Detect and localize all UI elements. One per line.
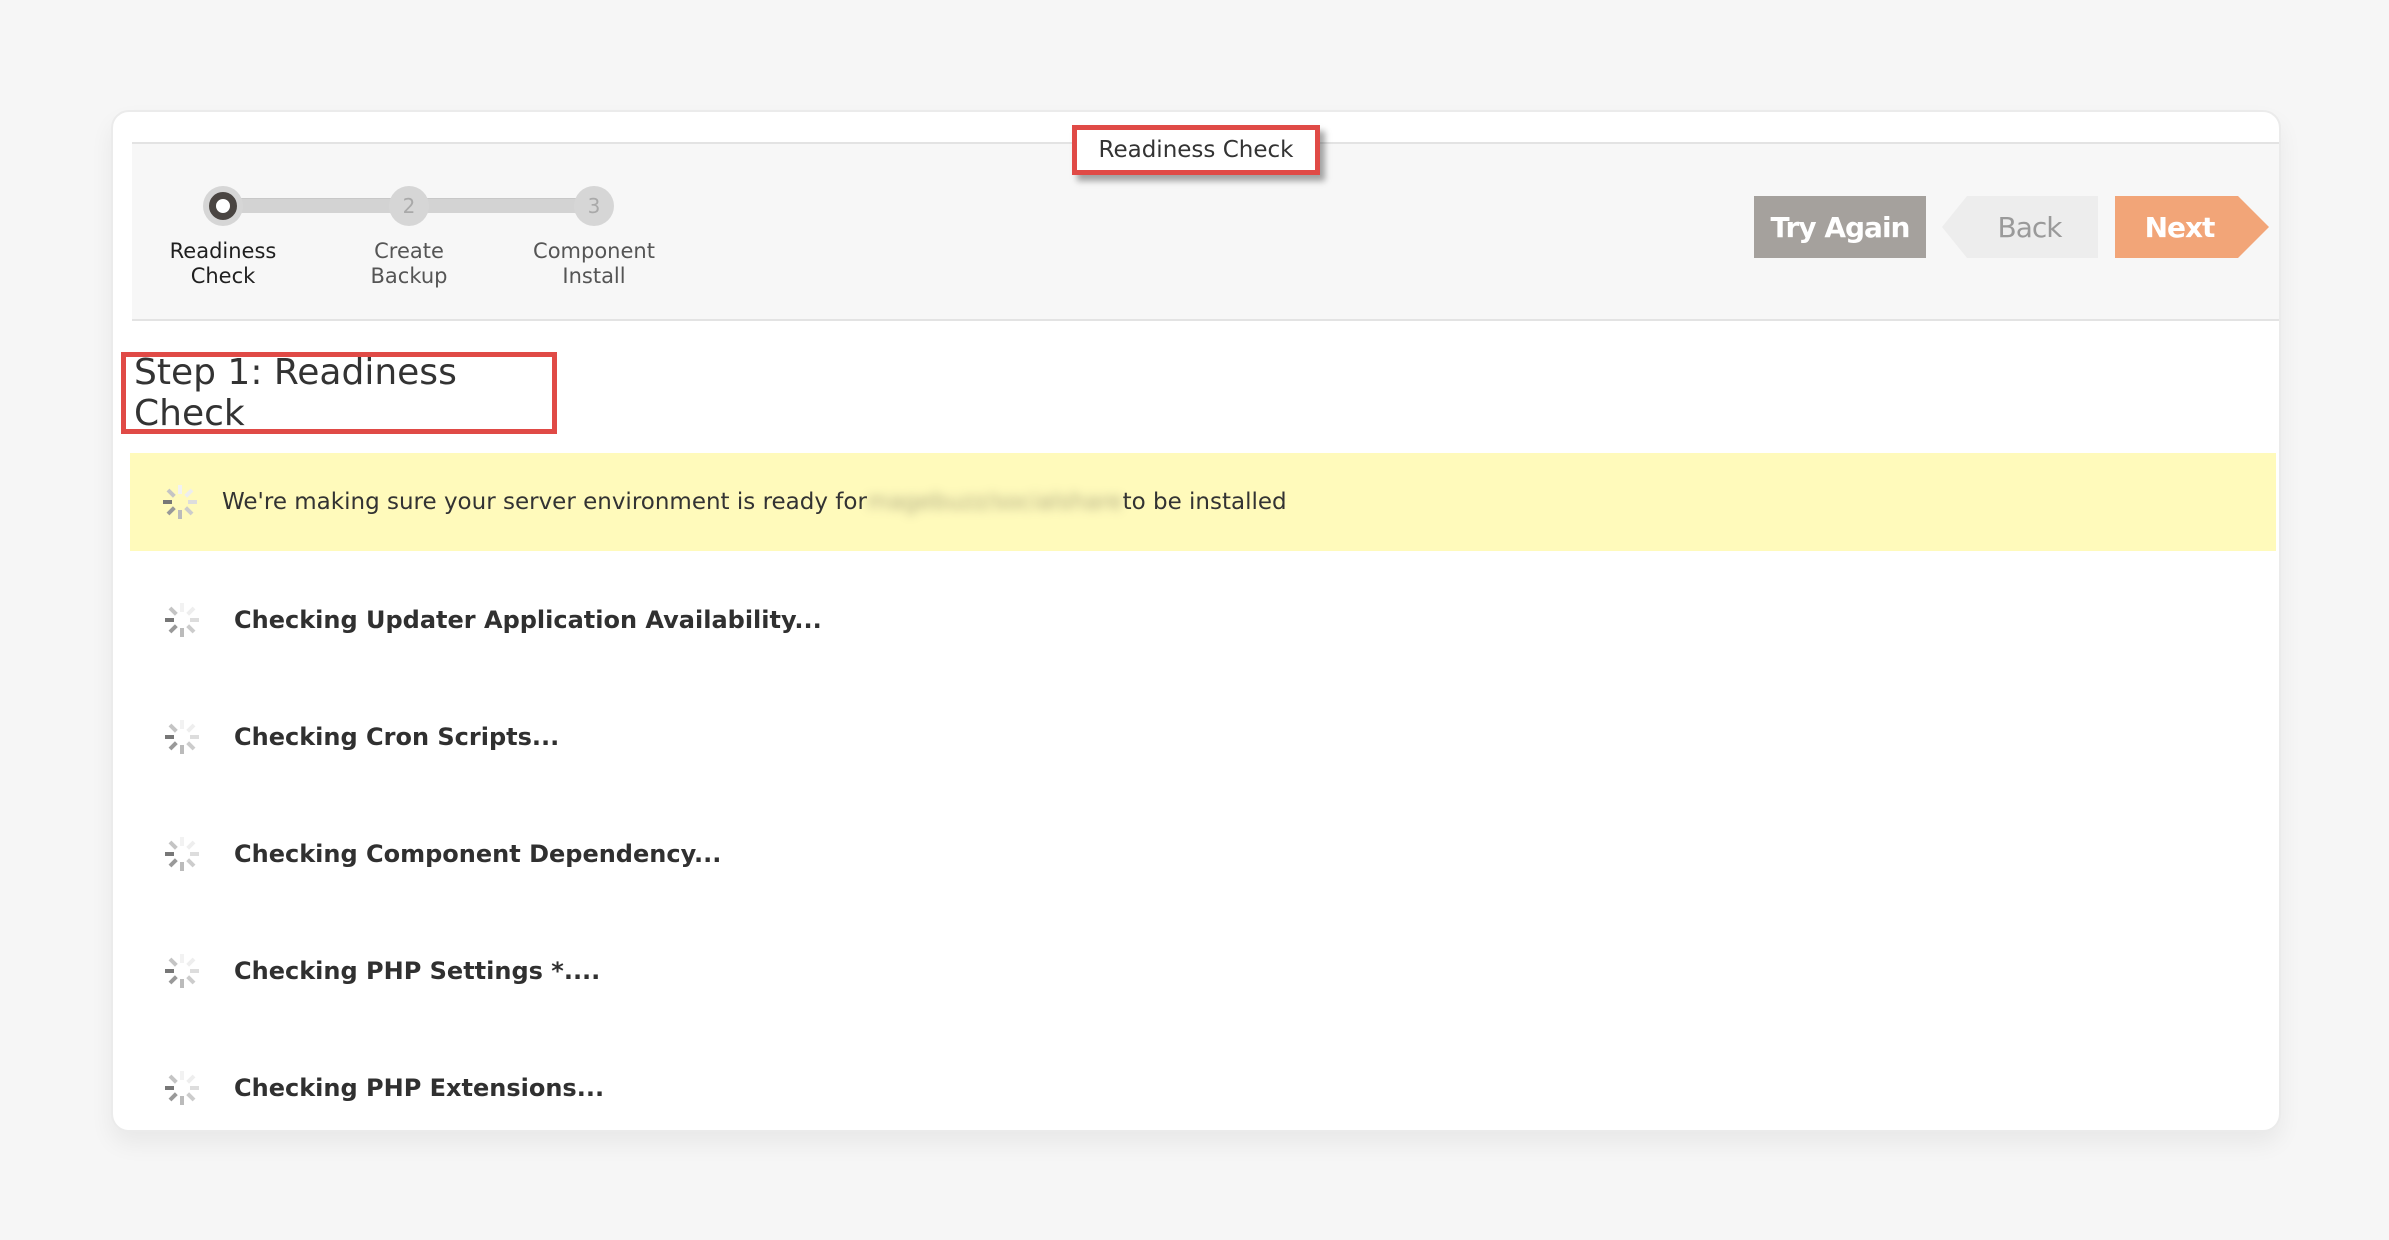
spinner-spoke [186,723,196,733]
check-item-label: Checking PHP Extensions... [234,1074,605,1102]
spinner-spoke [168,1074,178,1084]
spinner-spoke [168,624,178,634]
spinner-spoke [166,488,176,498]
check-item-label: Checking Component Dependency... [234,840,722,868]
check-item-dependency: Checking Component Dependency... [160,829,721,879]
spinner-spoke [168,840,178,850]
check-item-php-extensions: Checking PHP Extensions... [160,1063,604,1113]
spinner-spoke [186,1074,196,1084]
spinner-spoke [168,741,178,751]
check-item-label: Checking Cron Scripts... [234,723,560,751]
step-2-label: Create Backup [319,239,499,289]
page-title: Step 1: Readiness Check [121,352,557,434]
spinner-spoke [186,741,196,751]
stepper-connector [223,198,409,213]
step-label-line: Create [374,239,444,263]
loading-icon [158,480,202,524]
spinner-spoke [184,506,194,516]
status-banner: We're making sure your server environmen… [130,453,2276,551]
try-again-button[interactable]: Try Again [1754,196,1926,258]
spinner-spoke [186,1092,196,1102]
spinner-spoke [184,488,194,498]
step-3-indicator: 3 [574,186,614,226]
step-1-label: Readiness Check [133,239,313,289]
spinner-spoke [186,606,196,616]
next-button[interactable]: Next [2115,196,2269,258]
step-label-line: Component [533,239,655,263]
spinner-spoke [186,624,196,634]
loading-icon [160,832,204,876]
step-1-indicator [203,186,243,226]
banner-text-after: to be installed [1122,489,1287,515]
loading-icon [160,715,204,759]
check-item-updater: Checking Updater Application Availabilit… [160,595,822,645]
readiness-check-tooltip: Readiness Check [1072,125,1320,175]
spinner-spoke [168,858,178,868]
loading-icon [160,598,204,642]
spinner-spoke [186,957,196,967]
spinner-spoke [186,858,196,868]
check-item-label: Checking Updater Application Availabilit… [234,606,822,634]
page-title-text: Step 1: Readiness Check [134,352,457,434]
step-3-label: Component Install [504,239,684,289]
spinner-spoke [168,606,178,616]
spinner-spoke [186,840,196,850]
check-item-cron: Checking Cron Scripts... [160,712,559,762]
stepper-connector [409,198,595,213]
spinner-spoke [186,975,196,985]
check-item-php-settings: Checking PHP Settings *.... [160,946,600,996]
check-item-label: Checking PHP Settings *.... [234,957,601,985]
spinner-spoke [168,1092,178,1102]
spinner-spoke [168,723,178,733]
step-label-line: Check [190,264,256,288]
loading-icon [160,1066,204,1110]
loading-icon [160,949,204,993]
step-2-indicator: 2 [389,186,429,226]
back-button[interactable]: Back [1942,196,2098,258]
spinner-spoke [166,506,176,516]
spinner-spoke [168,975,178,985]
banner-text-before: We're making sure your server environmen… [222,489,867,515]
step-label-line: Backup [370,264,448,288]
step-label-line: Install [562,264,626,288]
step-label-line: Readiness [169,239,277,263]
progress-stepper: 2 3 Readiness Check Create Backup Compon… [132,144,732,319]
package-name-blurred: magebuzz/socialshare [866,489,1123,515]
spinner-spoke [168,957,178,967]
